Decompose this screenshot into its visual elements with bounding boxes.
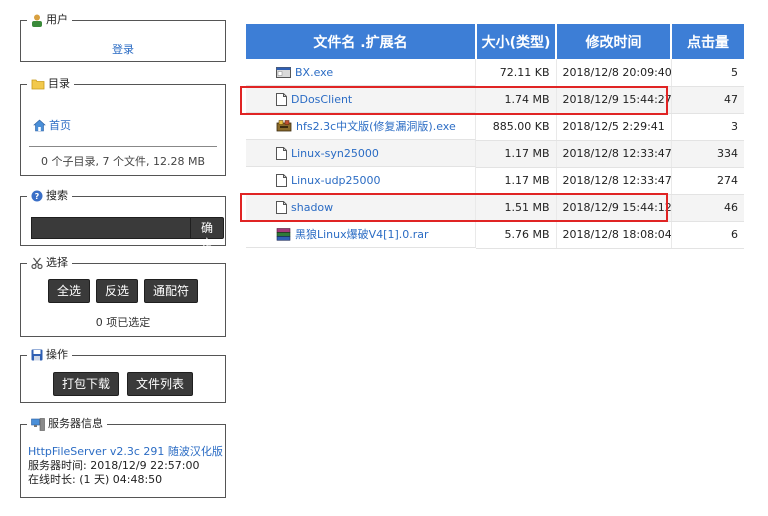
server-info-panel: 服务器信息 HttpFileServer v2.3c 291 随波汉化版 服务器… <box>20 416 226 498</box>
download-archive-button[interactable]: 打包下载 <box>52 372 119 396</box>
user-panel: 用户 登录 <box>20 12 226 62</box>
file-icon <box>276 92 287 106</box>
file-hits: 6 <box>671 221 744 249</box>
file-hits: 5 <box>671 59 744 87</box>
table-row[interactable]: 黑狼Linux爆破V4[1].0.rar 5.76 MB 2018/12/8 1… <box>246 221 744 249</box>
file-modified: 2018/12/8 12:33:47 <box>556 140 672 168</box>
file-size: 885.00 KB <box>476 113 557 141</box>
user-panel-title: 用户 <box>46 13 68 26</box>
file-link[interactable]: hfs2.3c中文版(修复漏洞版).exe <box>296 118 456 134</box>
file-size: 5.76 MB <box>476 221 557 249</box>
select-panel: 选择 全选 反选 通配符 0 项已选定 <box>20 255 226 337</box>
home-link[interactable]: 首页 <box>49 117 71 133</box>
wildcard-button[interactable]: 通配符 <box>144 279 199 303</box>
select-panel-title: 选择 <box>46 256 68 269</box>
file-size: 1.17 MB <box>476 167 557 195</box>
server-version-link[interactable]: HttpFileServer v2.3c 291 随波汉化版 <box>28 445 223 458</box>
svg-text:?: ? <box>35 192 40 201</box>
folder-icon <box>31 79 45 90</box>
file-link[interactable]: 黑狼Linux爆破V4[1].0.rar <box>295 226 429 242</box>
directory-divider <box>29 146 217 147</box>
actions-panel-legend: 操作 <box>27 347 72 363</box>
file-size: 1.51 MB <box>476 194 557 222</box>
file-modified: 2018/12/9 15:44:12 <box>556 194 672 222</box>
file-size: 1.17 MB <box>476 140 557 168</box>
search-submit-button[interactable]: 确定 <box>190 217 225 251</box>
exe-icon <box>276 66 291 78</box>
installer-icon <box>276 120 292 132</box>
home-icon <box>33 119 46 131</box>
select-panel-legend: 选择 <box>27 255 72 271</box>
search-input[interactable] <box>31 217 190 239</box>
file-link[interactable]: Linux-syn25000 <box>291 147 379 160</box>
directory-panel-title: 目录 <box>48 77 70 90</box>
file-modified: 2018/12/9 15:44:27 <box>556 86 672 114</box>
scissors-icon <box>31 257 43 269</box>
table-row[interactable]: hfs2.3c中文版(修复漏洞版).exe 885.00 KB 2018/12/… <box>246 113 744 141</box>
file-hits: 3 <box>671 113 744 141</box>
directory-panel: 目录 首页 0 个子目录, 7 个文件, 12.28 MB <box>20 76 226 176</box>
table-row[interactable]: shadow 1.51 MB 2018/12/9 15:44:12 46 <box>246 194 744 222</box>
file-link[interactable]: shadow <box>291 201 333 214</box>
server-info-panel-title: 服务器信息 <box>48 417 103 430</box>
file-hits: 334 <box>671 140 744 168</box>
file-list-button[interactable]: 文件列表 <box>127 372 194 396</box>
select-all-button[interactable]: 全选 <box>47 279 90 303</box>
column-header-name[interactable]: 文件名 .扩展名 <box>246 24 477 59</box>
column-header-size[interactable]: 大小(类型) <box>476 24 557 59</box>
file-icon <box>276 146 287 160</box>
file-icon <box>276 200 287 214</box>
file-size: 1.74 MB <box>476 86 557 114</box>
directory-panel-legend: 目录 <box>27 76 74 92</box>
file-modified: 2018/12/8 18:08:04 <box>556 221 672 249</box>
server-info-panel-legend: 服务器信息 <box>27 416 107 432</box>
file-link[interactable]: Linux-udp25000 <box>291 174 381 187</box>
file-icon <box>276 173 287 187</box>
file-link[interactable]: BX.exe <box>295 66 333 79</box>
file-hits: 46 <box>671 194 744 222</box>
file-modified: 2018/12/5 2:29:41 <box>556 113 672 141</box>
search-panel: ? 搜索 确定 <box>20 188 226 251</box>
file-size: 72.11 KB <box>476 59 557 87</box>
directory-summary: 0 个子目录, 7 个文件, 12.28 MB <box>40 155 205 168</box>
table-row[interactable]: DDosClient 1.74 MB 2018/12/9 15:44:27 47 <box>246 86 744 114</box>
invert-selection-button[interactable]: 反选 <box>95 279 138 303</box>
user-panel-legend: 用户 <box>27 12 72 28</box>
file-table-header: 文件名 .扩展名 大小(类型) 修改时间 点击量 <box>246 24 744 59</box>
file-hits: 274 <box>671 167 744 195</box>
table-row[interactable]: Linux-udp25000 1.17 MB 2018/12/8 12:33:4… <box>246 167 744 195</box>
rar-icon <box>276 227 291 241</box>
actions-panel: 操作 打包下载 文件列表 <box>20 347 226 403</box>
user-icon <box>32 14 42 27</box>
login-link[interactable]: 登录 <box>112 43 134 56</box>
server-time: 服务器时间: 2018/12/9 22:57:00 <box>28 459 200 472</box>
table-row[interactable]: BX.exe 72.11 KB 2018/12/8 20:09:40 5 <box>246 59 744 87</box>
save-icon <box>31 349 43 361</box>
file-link[interactable]: DDosClient <box>291 93 352 106</box>
file-table: 文件名 .扩展名 大小(类型) 修改时间 点击量 BX.exe 72.11 KB… <box>246 24 744 249</box>
search-panel-title: 搜索 <box>46 189 68 202</box>
file-hits: 47 <box>671 86 744 114</box>
column-header-hits[interactable]: 点击量 <box>671 24 744 59</box>
file-modified: 2018/12/8 12:33:47 <box>556 167 672 195</box>
search-panel-legend: ? 搜索 <box>27 188 72 204</box>
server-uptime: 在线时长: (1 天) 04:48:50 <box>28 473 163 486</box>
help-icon: ? <box>31 190 43 202</box>
column-header-modified[interactable]: 修改时间 <box>556 24 672 59</box>
server-icon <box>31 417 45 431</box>
table-row[interactable]: Linux-syn25000 1.17 MB 2018/12/8 12:33:4… <box>246 140 744 168</box>
file-modified: 2018/12/8 20:09:40 <box>556 59 672 87</box>
actions-panel-title: 操作 <box>46 348 68 361</box>
selection-status: 0 项已选定 <box>95 316 151 329</box>
